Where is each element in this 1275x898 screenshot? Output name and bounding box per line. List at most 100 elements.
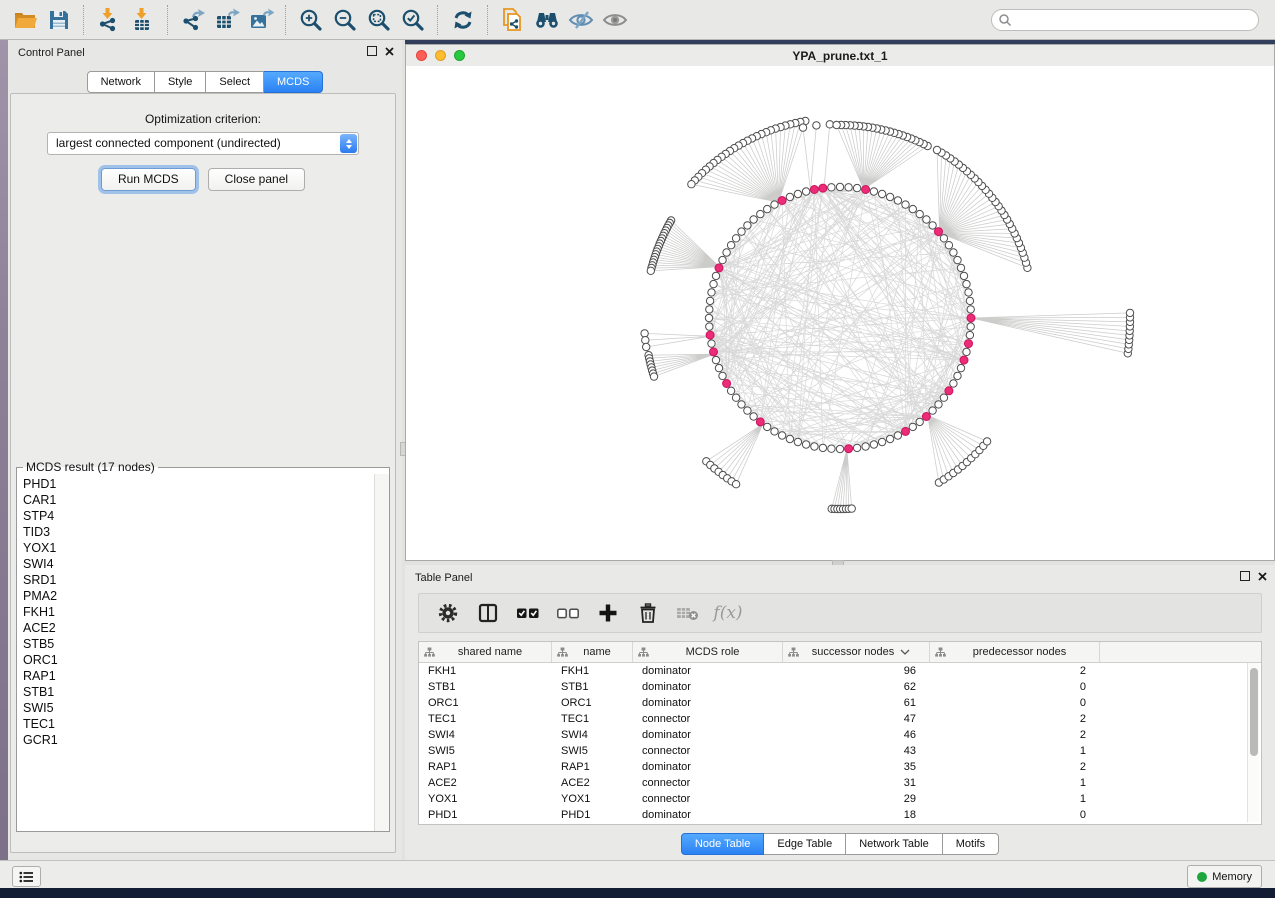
- graph-leaf-node[interactable]: [826, 121, 833, 128]
- graph-mcds-node[interactable]: [862, 186, 870, 194]
- settings-gear-icon[interactable]: [433, 598, 463, 628]
- graph-node[interactable]: [945, 242, 952, 249]
- graph-node[interactable]: [705, 314, 712, 321]
- graph-node[interactable]: [954, 372, 961, 379]
- graph-node[interactable]: [794, 190, 801, 197]
- graph-mcds-node[interactable]: [935, 228, 943, 236]
- graph-node[interactable]: [744, 222, 751, 229]
- graph-node[interactable]: [957, 264, 964, 271]
- search-binoculars-icon[interactable]: [530, 4, 564, 36]
- graph-mcds-node[interactable]: [756, 418, 764, 426]
- graph-node[interactable]: [916, 210, 923, 217]
- mcds-result-item[interactable]: GCR1: [23, 732, 375, 748]
- graph-leaf-node[interactable]: [642, 337, 649, 344]
- import-network-icon[interactable]: [92, 4, 126, 36]
- mcds-result-item[interactable]: FKH1: [23, 604, 375, 620]
- graph-node[interactable]: [916, 418, 923, 425]
- mcds-result-item[interactable]: TID3: [23, 524, 375, 540]
- graph-leaf-node[interactable]: [732, 481, 739, 488]
- graph-node[interactable]: [744, 407, 751, 414]
- graph-mcds-node[interactable]: [715, 264, 723, 272]
- mcds-result-item[interactable]: RAP1: [23, 668, 375, 684]
- graph-mcds-node[interactable]: [710, 348, 718, 356]
- graph-node[interactable]: [708, 289, 715, 296]
- zoom-out-icon[interactable]: [328, 4, 362, 36]
- refresh-icon[interactable]: [446, 4, 480, 36]
- table-row-rap1[interactable]: RAP1RAP1dominator352: [419, 759, 1261, 775]
- table-row-phd1[interactable]: PHD1PHD1dominator180: [419, 807, 1261, 823]
- graph-node[interactable]: [750, 216, 757, 223]
- mcds-result-item[interactable]: SWI4: [23, 556, 375, 572]
- tab-network-table[interactable]: Network Table: [846, 833, 943, 855]
- graph-node[interactable]: [935, 401, 942, 408]
- mcds-result-item[interactable]: STP4: [23, 508, 375, 524]
- tab-edge-table[interactable]: Edge Table: [764, 833, 846, 855]
- graph-leaf-node[interactable]: [643, 343, 650, 350]
- graph-node[interactable]: [929, 407, 936, 414]
- graph-node[interactable]: [828, 184, 835, 191]
- graph-node[interactable]: [940, 235, 947, 242]
- tab-style[interactable]: Style: [155, 71, 206, 93]
- show-column-icon[interactable]: [473, 598, 503, 628]
- table-row-tec1[interactable]: TEC1TEC1connector472: [419, 711, 1261, 727]
- float-panel-icon[interactable]: [367, 46, 377, 56]
- graph-node[interactable]: [870, 188, 877, 195]
- graph-leaf-node[interactable]: [1126, 309, 1133, 316]
- graph-node[interactable]: [909, 423, 916, 430]
- graph-leaf-node[interactable]: [848, 505, 855, 512]
- graph-node[interactable]: [963, 348, 970, 355]
- graph-node[interactable]: [723, 249, 730, 256]
- table-row-ace2[interactable]: ACE2ACE2connector311: [419, 775, 1261, 791]
- graph-node[interactable]: [960, 272, 967, 279]
- export-network-icon[interactable]: [176, 4, 210, 36]
- graph-leaf-node[interactable]: [650, 373, 657, 380]
- graph-node[interactable]: [778, 432, 785, 439]
- graph-leaf-node[interactable]: [799, 124, 806, 131]
- export-table-icon[interactable]: [210, 4, 244, 36]
- graph-node[interactable]: [802, 441, 809, 448]
- float-panel-icon[interactable]: [1240, 571, 1250, 581]
- column-header-mcds-role[interactable]: MCDS role: [633, 642, 783, 662]
- graph-leaf-node[interactable]: [983, 438, 990, 445]
- mcds-result-item[interactable]: STB1: [23, 684, 375, 700]
- close-panel-icon[interactable]: [1258, 572, 1267, 581]
- graph-node[interactable]: [732, 394, 739, 401]
- tab-network[interactable]: Network: [87, 71, 155, 93]
- graph-mcds-node[interactable]: [845, 445, 853, 453]
- graph-node[interactable]: [886, 193, 893, 200]
- tab-node-table[interactable]: Node Table: [681, 833, 764, 855]
- graph-node[interactable]: [771, 428, 778, 435]
- graph-node[interactable]: [738, 401, 745, 408]
- deselect-all-rows-icon[interactable]: [553, 598, 583, 628]
- graph-node[interactable]: [909, 205, 916, 212]
- graph-node[interactable]: [954, 256, 961, 263]
- graph-node[interactable]: [764, 205, 771, 212]
- show-all-eye-icon[interactable]: [598, 4, 632, 36]
- graph-node[interactable]: [719, 372, 726, 379]
- graph-node[interactable]: [965, 289, 972, 296]
- graph-mcds-node[interactable]: [945, 387, 953, 395]
- run-mcds-button[interactable]: Run MCDS: [101, 168, 196, 191]
- graph-mcds-node[interactable]: [965, 340, 973, 348]
- graph-node[interactable]: [727, 242, 734, 249]
- graph-node[interactable]: [786, 435, 793, 442]
- graph-leaf-node[interactable]: [688, 181, 695, 188]
- graph-leaf-node[interactable]: [833, 121, 840, 128]
- graph-node[interactable]: [902, 201, 909, 208]
- zoom-in-icon[interactable]: [294, 4, 328, 36]
- graph-node[interactable]: [894, 197, 901, 204]
- mcds-result-item[interactable]: ORC1: [23, 652, 375, 668]
- graph-node[interactable]: [710, 280, 717, 287]
- select-all-rows-icon[interactable]: [513, 598, 543, 628]
- search-input[interactable]: [991, 9, 1259, 31]
- graph-node[interactable]: [764, 423, 771, 430]
- graph-node[interactable]: [757, 210, 764, 217]
- table-row-swi5[interactable]: SWI5SWI5connector431: [419, 743, 1261, 759]
- graph-node[interactable]: [878, 438, 885, 445]
- mcds-result-item[interactable]: ACE2: [23, 620, 375, 636]
- mcds-result-item[interactable]: CAR1: [23, 492, 375, 508]
- graph-node[interactable]: [706, 297, 713, 304]
- graph-mcds-node[interactable]: [810, 186, 818, 194]
- graph-node[interactable]: [862, 443, 869, 450]
- table-row-swi4[interactable]: SWI4SWI4dominator462: [419, 727, 1261, 743]
